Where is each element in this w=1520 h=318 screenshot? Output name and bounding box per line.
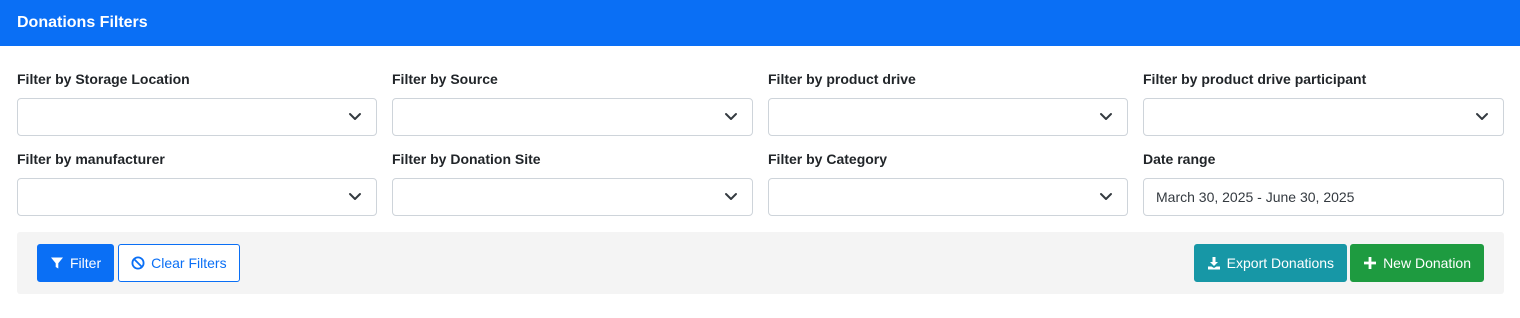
chevron-down-icon — [1476, 113, 1488, 120]
source-label: Filter by Source — [392, 71, 498, 87]
chevron-down-icon — [1100, 193, 1112, 200]
card-header: Donations Filters — [0, 0, 1520, 46]
category-label: Filter by Category — [768, 151, 888, 167]
clear-filters-label: Clear Filters — [151, 255, 227, 271]
new-donation-label: New Donation — [1383, 255, 1471, 271]
export-donations-label: Export Donations — [1226, 255, 1335, 271]
chevron-down-icon — [349, 193, 361, 200]
manufacturer-select[interactable] — [17, 178, 377, 216]
category-select[interactable] — [768, 178, 1128, 216]
product-drive-select[interactable] — [768, 98, 1128, 136]
donation-site-label: Filter by Donation Site — [392, 151, 541, 167]
product-drive-participant-label: Filter by product drive participant — [1143, 71, 1367, 87]
date-range-filter: Date range March 30, 2025 - June 30, 202… — [1143, 150, 1504, 216]
download-icon — [1207, 257, 1220, 270]
filter-toolbar: Filter Clear Filters Export Donations Ne… — [17, 232, 1504, 294]
date-range-value: March 30, 2025 - June 30, 2025 — [1156, 189, 1355, 205]
chevron-down-icon — [725, 113, 737, 120]
source-select[interactable] — [392, 98, 753, 136]
chevron-down-icon — [349, 113, 361, 120]
storage-location-filter: Filter by Storage Location — [17, 70, 377, 136]
chevron-down-icon — [725, 193, 737, 200]
product-drive-label: Filter by product drive — [768, 71, 916, 87]
toolbar-actions: Export Donations New Donation — [1193, 244, 1484, 282]
storage-location-select[interactable] — [17, 98, 377, 136]
product-drive-filter: Filter by product drive — [768, 70, 1128, 136]
plus-icon — [1364, 257, 1377, 269]
manufacturer-label: Filter by manufacturer — [17, 151, 165, 167]
filter-icon — [51, 257, 63, 269]
donation-site-filter: Filter by Donation Site — [392, 150, 753, 216]
chevron-down-icon — [1100, 113, 1112, 120]
new-donation-button[interactable]: New Donation — [1350, 244, 1484, 282]
product-drive-participant-select[interactable] — [1143, 98, 1504, 136]
manufacturer-filter: Filter by manufacturer — [17, 150, 377, 216]
filter-button-label: Filter — [70, 255, 102, 271]
date-range-input[interactable]: March 30, 2025 - June 30, 2025 — [1143, 178, 1504, 216]
donations-filters-card: Donations Filters Filter by Storage Loca… — [0, 0, 1520, 318]
donation-site-select[interactable] — [392, 178, 753, 216]
storage-location-label: Filter by Storage Location — [17, 71, 190, 87]
date-range-label: Date range — [1143, 151, 1216, 167]
product-drive-participant-filter: Filter by product drive participant — [1143, 70, 1504, 136]
export-donations-button[interactable]: Export Donations — [1193, 244, 1348, 282]
category-filter: Filter by Category — [768, 150, 1128, 216]
page-title: Donations Filters — [17, 14, 148, 31]
filters-grid: Filter by Storage Location Filter by Sou… — [0, 70, 1520, 216]
source-filter: Filter by Source — [392, 70, 753, 136]
ban-icon — [131, 256, 145, 270]
filter-button[interactable]: Filter — [37, 244, 115, 282]
clear-filters-button[interactable]: Clear Filters — [118, 244, 240, 282]
